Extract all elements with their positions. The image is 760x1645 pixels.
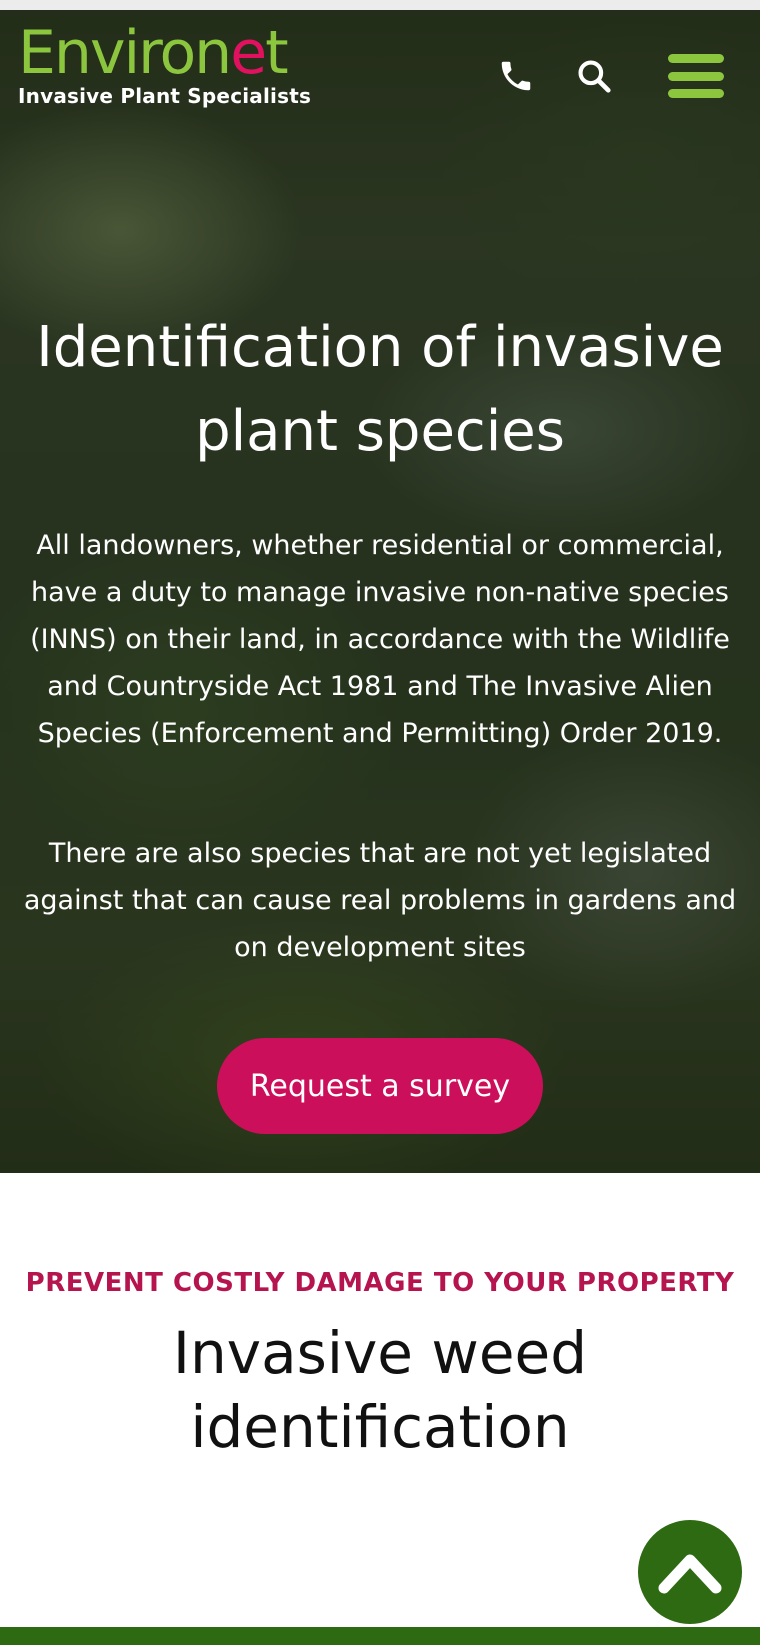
footer-edge-bar [0,1627,760,1645]
hero-title: Identification of invasive plant species [36,315,724,464]
menu-bar [668,54,724,63]
logo-wordmark: Environet [18,20,311,86]
logo-tagline: Invasive Plant Specialists [18,84,312,108]
browser-top-strip [0,0,760,10]
search-button[interactable] [568,50,620,102]
hamburger-menu-icon[interactable] [668,54,724,98]
section-eyebrow: PREVENT COSTLY DAMAGE TO YOUR PROPERTY [25,1268,735,1298]
menu-bar [668,71,724,81]
hero-section: Environet Invasive Plant Specialists Ide… [0,10,760,1173]
phone-icon [501,61,531,91]
logo-word-start: Environ [18,18,232,88]
hero-paragraph-legislation: All landowners, whether residential or c… [30,530,730,749]
request-survey-button[interactable]: Request a survey [217,1038,543,1134]
hero-paragraph-unlegislated: There are also species that are not yet … [23,838,737,963]
section-title: Invasive weed identification [172,1319,588,1461]
scroll-to-top-button[interactable] [638,1520,742,1624]
menu-bar [668,89,724,98]
logo-e-mark: e [230,18,267,88]
site-logo[interactable]: Environet Invasive Plant Specialists [18,20,311,108]
phone-button[interactable] [490,50,542,102]
logo-word-end: t [265,18,288,88]
chevron-up-icon [658,1554,722,1594]
search-icon [578,60,611,93]
